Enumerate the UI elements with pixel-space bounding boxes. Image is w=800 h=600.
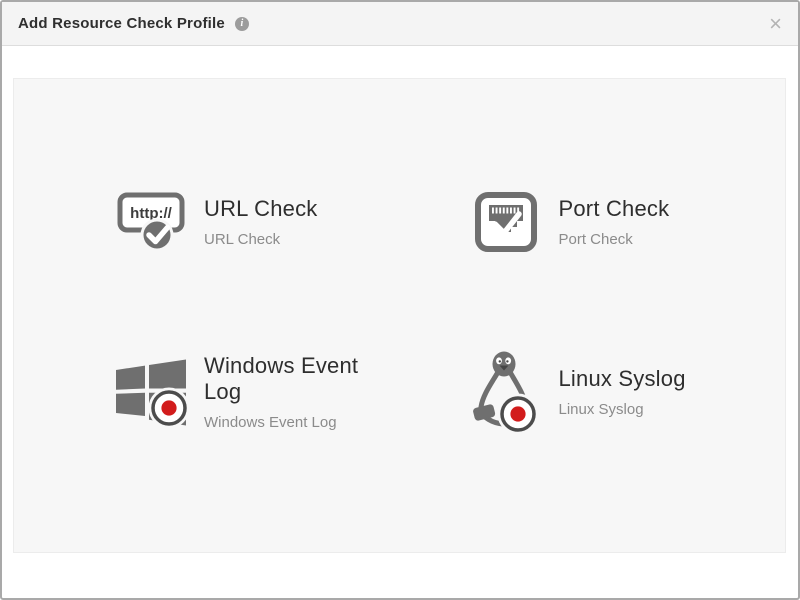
info-icon[interactable]: i — [235, 17, 249, 31]
option-text: URL Check URL Check — [204, 196, 317, 248]
cell-linux-syslog: Linux Syslog Linux Syslog — [400, 307, 786, 477]
check-type-grid: http:// URL Check URL Check — [14, 79, 785, 477]
linux-syslog-icon — [466, 351, 546, 433]
option-text: Windows Event Log Windows Event Log — [204, 353, 400, 431]
option-text: Port Check Port Check — [559, 196, 670, 248]
option-title: Port Check — [559, 196, 670, 222]
option-title: URL Check — [204, 196, 317, 222]
windows-event-log-icon — [111, 357, 191, 427]
option-subtitle: Windows Event Log — [204, 414, 400, 431]
option-port-check[interactable]: Port Check Port Check — [466, 191, 670, 253]
option-subtitle: Linux Syslog — [559, 401, 686, 418]
option-windows-event-log[interactable]: Windows Event Log Windows Event Log — [111, 353, 400, 431]
dialog-header: Add Resource Check Profile i × — [2, 2, 798, 46]
port-check-icon — [466, 191, 546, 253]
close-icon[interactable]: × — [769, 13, 782, 35]
cell-url-check: http:// URL Check URL Check — [14, 137, 400, 307]
cell-port-check: Port Check Port Check — [400, 137, 786, 307]
option-title: Linux Syslog — [559, 366, 686, 392]
url-check-icon: http:// — [111, 189, 191, 255]
cell-windows-event-log: Windows Event Log Windows Event Log — [14, 307, 400, 477]
check-type-panel: http:// URL Check URL Check — [13, 78, 786, 553]
option-subtitle: Port Check — [559, 231, 670, 248]
add-resource-check-profile-dialog: Add Resource Check Profile i × http:// — [0, 0, 800, 600]
option-url-check[interactable]: http:// URL Check URL Check — [111, 189, 317, 255]
option-linux-syslog[interactable]: Linux Syslog Linux Syslog — [466, 351, 686, 433]
option-subtitle: URL Check — [204, 231, 317, 248]
option-title: Windows Event Log — [204, 353, 400, 405]
dialog-title: Add Resource Check Profile — [18, 15, 225, 32]
svg-text:http://: http:// — [130, 205, 172, 222]
option-text: Linux Syslog Linux Syslog — [559, 366, 686, 418]
